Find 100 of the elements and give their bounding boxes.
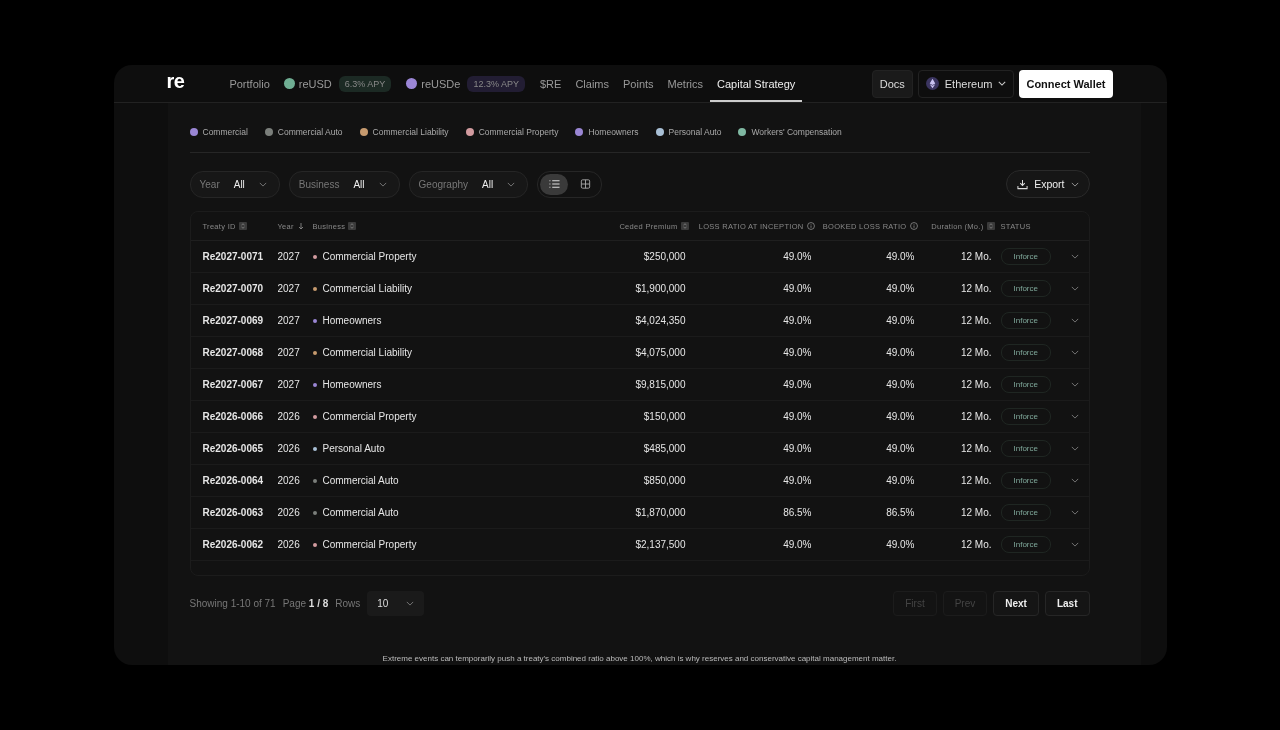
year-cell-text: 2026 [277, 475, 301, 486]
filter-dropdown[interactable]: Year All [189, 170, 280, 198]
year-cell-text: 2026 [277, 539, 301, 550]
business-cell: Commercial Liability [322, 283, 412, 294]
list-view-button[interactable] [540, 173, 569, 195]
rows-dropdown[interactable]: 10 [367, 591, 425, 616]
sort-icon [680, 222, 689, 230]
premium-cell-text: $850,000 [642, 475, 687, 486]
legend-label: Commercial [202, 127, 248, 137]
showing-text: Showing 1-10 of 71 [189, 598, 276, 609]
loss-ratio-cell-text: 49.0% [885, 443, 916, 454]
page-button[interactable]: Next [993, 591, 1039, 616]
info-icon [806, 222, 815, 230]
expand-icon[interactable] [1070, 350, 1079, 355]
expand-icon[interactable] [1070, 318, 1079, 323]
rows-label: Rows [335, 598, 361, 609]
page-button[interactable]: Last [1044, 591, 1090, 616]
business-cell: Homeowners [322, 315, 382, 326]
filter-dropdown[interactable]: Business All [288, 170, 400, 198]
apy-badge: 12.3% APY [467, 75, 525, 92]
loss-ratio-cell-text: 49.0% [885, 251, 916, 262]
nav-tab[interactable]: Claims [568, 65, 616, 102]
expand-icon[interactable] [1070, 542, 1079, 547]
legend-label: Commercial Auto [277, 127, 343, 137]
treaty-id: Re2027-0068 [202, 347, 265, 358]
grid-icon [579, 179, 591, 189]
duration-cell-text: 12 Mo. [959, 443, 993, 454]
premium-cell-text: $2,137,500 [634, 539, 687, 550]
nav-tab[interactable]: reUSDe [399, 65, 468, 102]
loss-ratio-cell-text: 86.5% [782, 507, 813, 518]
legend-label: Workers' Compensation [751, 127, 842, 137]
business-cell: Commercial Property [322, 539, 417, 550]
network-selector[interactable]: Ethereum [917, 69, 1015, 98]
loss-ratio-cell-text: 49.0% [885, 315, 916, 326]
export-button[interactable]: Export [1006, 170, 1090, 198]
docs-button[interactable]: Docs [871, 69, 913, 98]
nav-tab[interactable]: $RE [533, 65, 569, 102]
year-cell-text: 2027 [277, 251, 301, 262]
loss-ratio-cell-text: 49.0% [782, 539, 813, 550]
expand-icon[interactable] [1070, 478, 1079, 483]
page-indicator: Page 1 / 8 [282, 598, 329, 609]
treaty-id: Re2027-0070 [202, 283, 265, 294]
loss-ratio-cell-text: 49.0% [782, 251, 813, 262]
year-cell-text: 2026 [277, 507, 301, 518]
status-badge: Inforce [1000, 440, 1051, 457]
chevron-down-icon [507, 181, 516, 187]
nav-tab[interactable]: Metrics [660, 65, 711, 102]
expand-icon[interactable] [1070, 446, 1079, 451]
expand-icon[interactable] [1070, 510, 1079, 515]
nav-tab[interactable]: Portfolio [222, 65, 277, 102]
expand-icon[interactable] [1070, 254, 1079, 259]
premium-cell-text: $150,000 [642, 411, 687, 422]
sort-icon [986, 222, 995, 230]
arrow-down-icon [296, 222, 305, 230]
token-icon [406, 78, 418, 89]
logo[interactable]: re [166, 70, 185, 93]
status-badge: Inforce [1000, 376, 1051, 393]
status-badge: Inforce [1000, 312, 1051, 329]
premium-cell-text: $1,870,000 [634, 507, 687, 518]
premium-cell-text: $250,000 [642, 251, 687, 262]
treaty-id: Re2026-0062 [202, 539, 265, 550]
treaty-id: Re2026-0066 [202, 411, 265, 422]
expand-icon[interactable] [1070, 382, 1079, 387]
premium-cell-text: $4,024,350 [634, 315, 687, 326]
sort-icon [238, 222, 247, 230]
connect-wallet-button[interactable]: Connect Wallet [1019, 69, 1113, 98]
year-cell-text: 2027 [277, 315, 301, 326]
duration-cell-text: 12 Mo. [959, 411, 993, 422]
nav-tab[interactable]: reUSD [276, 65, 339, 102]
chevron-down-icon [1070, 181, 1079, 187]
loss-ratio-cell-text: 49.0% [885, 539, 916, 550]
status-badge: Inforce [1000, 472, 1051, 489]
loss-ratio-cell-text: 49.0% [885, 379, 916, 390]
legend-label: Personal Auto [668, 127, 722, 137]
duration-cell-text: 12 Mo. [959, 347, 993, 358]
duration-cell-text: 12 Mo. [959, 379, 993, 390]
treaty-id: Re2026-0064 [202, 475, 265, 486]
loss-ratio-cell-text: 49.0% [782, 379, 813, 390]
expand-icon[interactable] [1070, 414, 1079, 419]
loss-ratio-cell-text: 49.0% [782, 315, 813, 326]
status-badge: Inforce [1000, 504, 1051, 521]
loss-ratio-cell-text: 49.0% [782, 283, 813, 294]
chevron-down-icon [406, 601, 415, 606]
legend-label: Commercial Liability [372, 127, 449, 137]
ethereum-icon [925, 77, 939, 90]
loss-ratio-cell-text: 49.0% [885, 347, 916, 358]
treaty-id: Re2027-0067 [202, 379, 265, 390]
list-icon [548, 179, 560, 189]
download-icon [1017, 178, 1029, 190]
nav-tab[interactable]: Points [616, 65, 661, 102]
loss-ratio-cell-text: 49.0% [885, 411, 916, 422]
status-badge: Inforce [1000, 536, 1051, 553]
loss-ratio-cell-text: 49.0% [782, 475, 813, 486]
expand-icon[interactable] [1070, 286, 1079, 291]
duration-cell-text: 12 Mo. [959, 475, 993, 486]
premium-cell-text: $485,000 [642, 443, 687, 454]
status-badge: Inforce [1000, 344, 1051, 361]
year-cell-text: 2027 [277, 379, 301, 390]
loss-ratio-cell-text: 49.0% [885, 283, 916, 294]
filter-dropdown[interactable]: Geography All [408, 170, 529, 198]
